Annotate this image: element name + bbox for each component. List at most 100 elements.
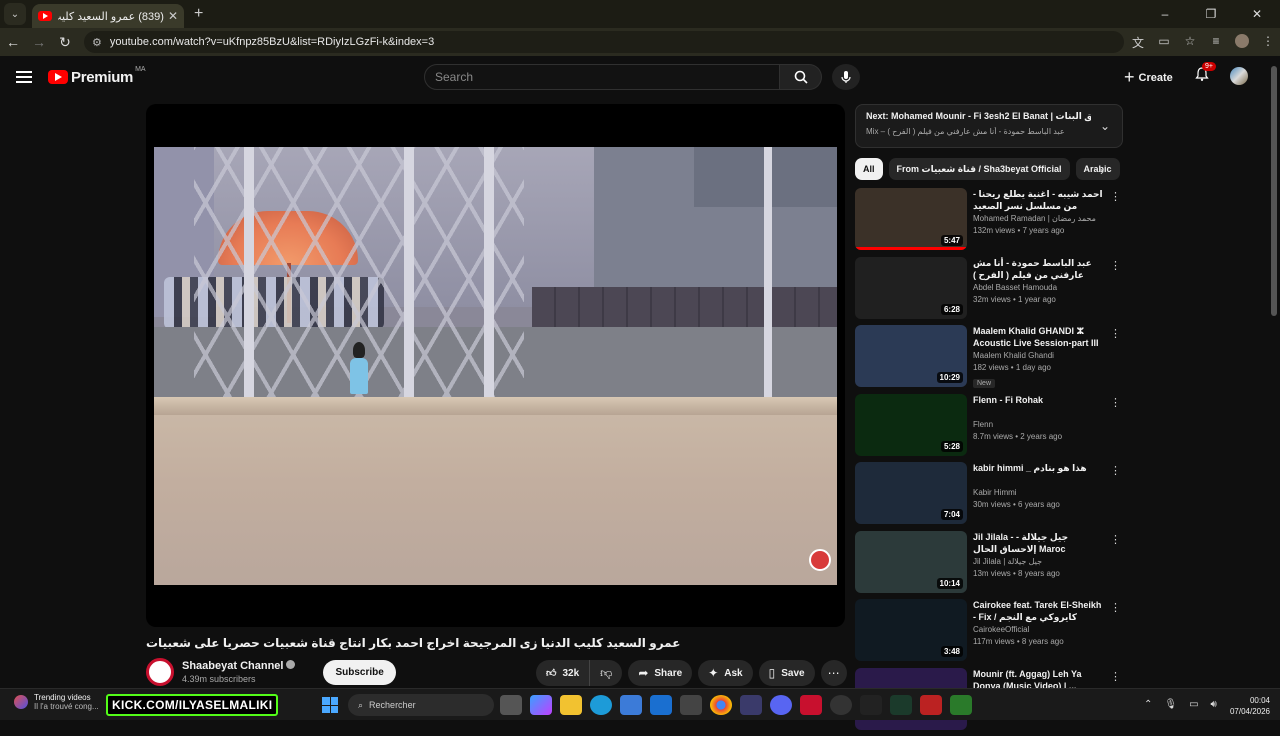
back-button[interactable]: ← [0,34,26,50]
trending-widget[interactable]: Trending videos Il l'a trouvé cong... [14,693,99,711]
microphone-icon[interactable]: 🎙︎ [1164,699,1177,710]
ask-button[interactable]: ✦Ask [698,660,752,686]
chevron-down-icon[interactable]: ⌄ [1100,119,1110,133]
rec-title[interactable]: Flenn - Fi Rohak [973,394,1103,418]
rec-title[interactable]: Cairokee feat. Tarek El-Sheikh - Fix / ك… [973,599,1103,623]
recommendation-item[interactable]: 10:29 Maalem Khalid GHANDI ⵣ Acoustic Li… [855,325,1123,394]
chip-from-channel[interactable]: From قناة شعبيات / Sha3beyat Official [889,158,1070,180]
video-thumbnail[interactable]: 10:14 [855,531,967,593]
rec-channel[interactable]: Mohamed Ramadan | محمد رمضان [973,214,1103,223]
recommendation-item[interactable]: 6:28 عبد الباسط حمودة - أنا مش عارفني من… [855,257,1123,326]
more-options-icon[interactable]: ⋮ [1110,327,1121,340]
search-button[interactable] [780,64,822,90]
rec-channel[interactable]: Flenn [973,420,1103,429]
guide-menu-icon[interactable] [16,68,32,86]
browser-tab-youtube[interactable]: (839) عمرو السعيد كليب الدنيا ✕ [32,4,184,28]
rec-title[interactable]: Jil Jilala - جيل جيلالة - إلاحساق الحال … [973,531,1103,555]
dislike-button[interactable]: 👎︎ [590,660,622,686]
new-tab-button[interactable]: + [194,5,203,23]
video-thumbnail[interactable]: 10:29 [855,325,967,387]
restore-button[interactable]: ❐ [1188,0,1234,28]
task-view-icon[interactable] [500,695,522,715]
minimize-button[interactable]: – [1142,0,1188,28]
share-button[interactable]: ➦Share [628,660,692,686]
rec-title[interactable]: احمد شيبه - اغنية يطلع ريحنا - من مسلسل … [973,188,1103,212]
chip-arabic[interactable]: Arabic [1076,158,1120,180]
rec-channel[interactable]: Abdel Basset Hamouda [973,283,1103,292]
taskbar-clock[interactable]: 00:04 07/04/2026 [1228,695,1270,717]
game-controller-icon[interactable] [740,695,762,715]
site-info-icon[interactable]: ⚙ [92,36,102,49]
profile-icon[interactable] [1234,34,1250,51]
rec-channel[interactable]: Maalem Khalid Ghandi [973,351,1103,360]
recommendation-item[interactable]: 10:14 Jil Jilala - جيل جيلالة - إلاحساق … [855,531,1123,600]
more-options-icon[interactable]: ⋮ [1110,396,1121,409]
rec-channel[interactable]: CairokeeOfficial [973,625,1103,634]
store-icon[interactable] [620,695,642,715]
search-input[interactable]: Search [424,64,780,90]
notifications-button[interactable]: 9+ [1194,66,1210,87]
url-bar[interactable]: ⚙ youtube.com/watch?v=uKfnpz85BzU&list=R… [84,31,1124,53]
more-options-icon[interactable]: ⋮ [1110,464,1121,477]
subscribe-button[interactable]: Subscribe [323,660,395,685]
rec-title[interactable]: kabir himmi _ هذا هو بنادم [973,462,1103,486]
terminal-icon[interactable] [890,695,912,715]
channel-watermark-icon[interactable] [809,549,831,571]
copilot-icon[interactable] [530,695,552,715]
more-options-icon[interactable]: ⋮ [1110,190,1121,203]
chevron-right-icon[interactable]: › [1100,164,1104,178]
taskbar-search[interactable]: ⌕Rechercher [348,694,494,716]
rec-channel[interactable]: Kabir Himmi [973,488,1103,497]
translate-icon[interactable]: 文 [1130,34,1146,51]
discord-icon[interactable] [770,695,792,715]
forward-button[interactable]: → [26,34,52,50]
browser-menu-icon[interactable]: ⋮ [1260,34,1276,51]
close-tab-icon[interactable]: ✕ [168,9,178,23]
video-thumbnail[interactable]: 5:47 [855,188,967,250]
video-thumbnail[interactable]: 7:04 [855,462,967,524]
channel-name[interactable]: Shaabeyat Channel [182,660,295,672]
app-icon[interactable] [860,695,882,715]
recommendation-item[interactable]: 5:28 Flenn - Fi Rohak Flenn 8.7m views •… [855,394,1123,463]
video-player[interactable] [146,104,845,627]
recommendation-item[interactable]: 5:47 احمد شيبه - اغنية يطلع ريحنا - من م… [855,188,1123,257]
app-icon[interactable] [680,695,702,715]
rec-title[interactable]: Maalem Khalid GHANDI ⵣ Acoustic Live Ses… [973,325,1103,349]
channel-avatar[interactable] [146,658,174,686]
youtube-logo[interactable]: Premium MA [48,69,146,86]
more-options-icon[interactable]: ⋮ [1110,670,1121,683]
chrome-icon[interactable] [710,695,732,715]
outlook-icon[interactable] [650,695,672,715]
file-explorer-icon[interactable] [560,695,582,715]
recommendation-item[interactable]: 3:48 Cairokee feat. Tarek El-Sheikh - Fi… [855,599,1123,668]
media-player-icon[interactable] [950,695,972,715]
network-icon[interactable]: ▭ [1189,699,1198,710]
cast-icon[interactable]: ▭ [1156,34,1172,51]
like-button[interactable]: 👍︎32k [536,660,590,686]
recommendation-item[interactable]: 7:04 kabir himmi _ هذا هو بنادم Kabir Hi… [855,462,1123,531]
close-window-button[interactable]: ✕ [1234,0,1280,28]
reload-button[interactable]: ↻ [52,34,78,51]
edge-icon[interactable] [590,695,612,715]
save-button[interactable]: ▯Save [759,660,815,686]
acrobat-icon[interactable] [800,695,822,715]
windows-start-icon[interactable] [322,697,338,713]
more-options-icon[interactable]: ⋮ [1110,259,1121,272]
more-options-icon[interactable]: ⋮ [1110,533,1121,546]
tab-search-button[interactable]: ⌄ [4,3,26,25]
voice-search-button[interactable] [832,64,860,90]
chip-all[interactable]: All [855,158,883,180]
video-thumbnail[interactable]: 6:28 [855,257,967,319]
reading-list-icon[interactable]: ≡ [1208,34,1224,51]
video-thumbnail[interactable]: 5:28 [855,394,967,456]
app-icon[interactable] [920,695,942,715]
rec-title[interactable]: عبد الباسط حمودة - أنا مش عارفني من فيلم… [973,257,1103,281]
bookmark-star-icon[interactable]: ☆ [1182,34,1198,51]
rec-channel[interactable]: Jil Jilala | جيل جيلالة [973,557,1103,566]
volume-icon[interactable]: 🔊︎ [1211,699,1217,710]
next-in-mix[interactable]: Next: Mohamed Mounir - Fi 3esh2 El Banat… [855,104,1123,148]
more-actions-button[interactable]: ⋯ [821,660,847,686]
more-options-icon[interactable]: ⋮ [1110,601,1121,614]
create-button[interactable]: +Create [1124,67,1173,88]
account-avatar[interactable] [1230,67,1248,85]
